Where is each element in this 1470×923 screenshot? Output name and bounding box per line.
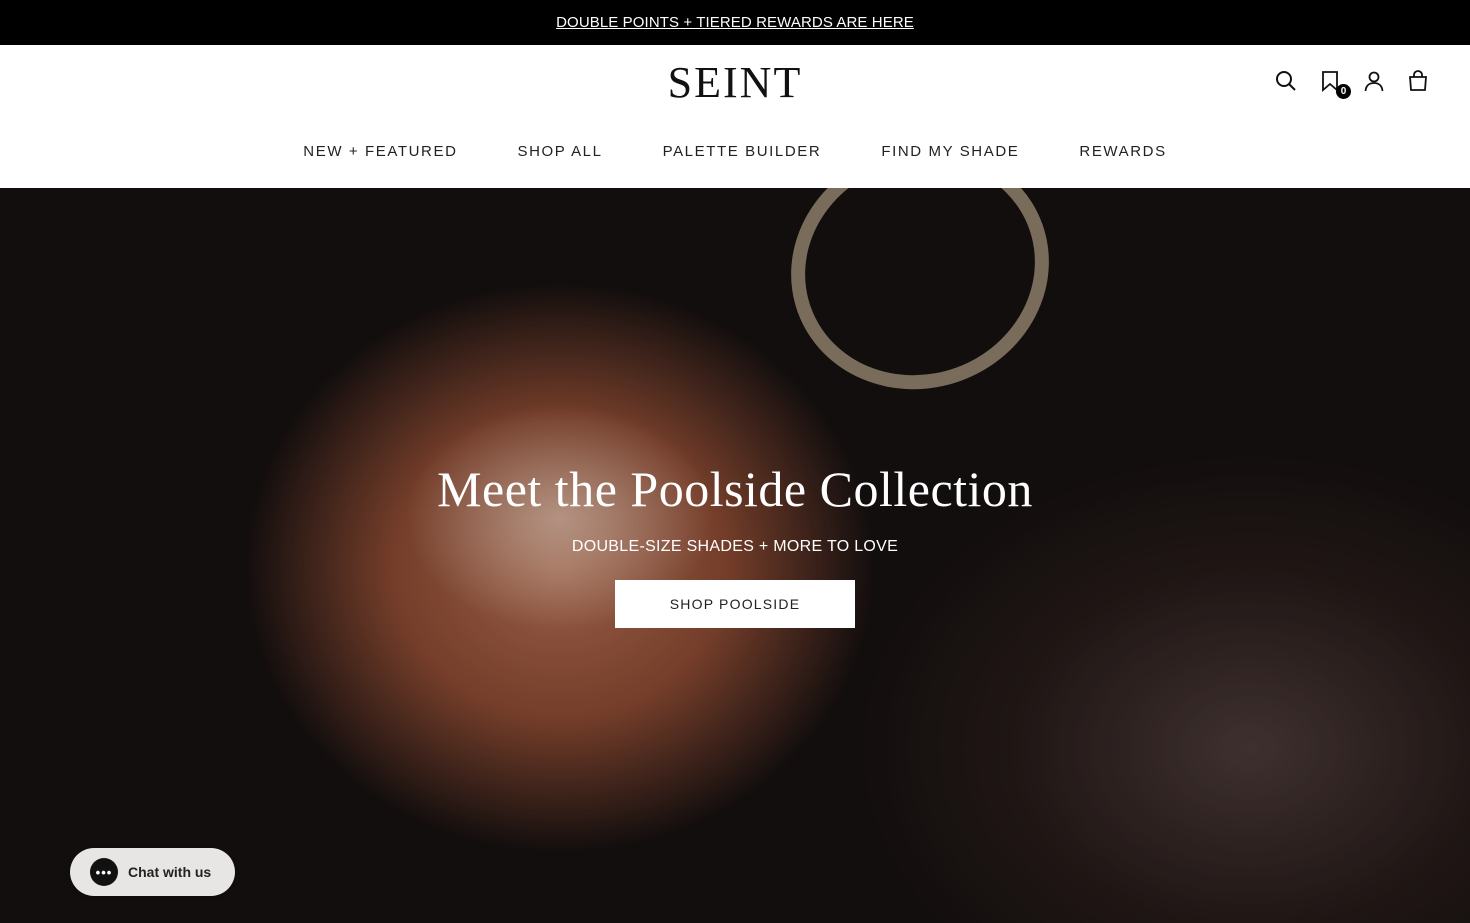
bag-icon[interactable] xyxy=(1406,69,1430,93)
hero-subtitle: DOUBLE-SIZE SHADES + MORE TO LOVE xyxy=(571,538,899,555)
search-icon[interactable] xyxy=(1274,69,1298,93)
announcement-link[interactable]: DOUBLE POINTS + TIERED REWARDS ARE HERE xyxy=(556,14,914,31)
main-nav: NEW + FEATURED SHOP ALL PALETTE BUILDER … xyxy=(0,143,1470,160)
nav-item-find-my-shade[interactable]: FIND MY SHADE xyxy=(881,143,1019,160)
chat-label: Chat with us xyxy=(128,864,212,880)
hero-banner: Meet the Poolside Collection DOUBLE-SIZE… xyxy=(0,188,1470,923)
site-header: SEINT 0 NEW + FEATURED SHOP ALL PALETTE xyxy=(0,45,1470,188)
announcement-bar: DOUBLE POINTS + TIERED REWARDS ARE HERE xyxy=(0,0,1470,45)
brand-logo[interactable]: SEINT xyxy=(0,57,1470,108)
nav-item-new-featured[interactable]: NEW + FEATURED xyxy=(303,143,457,160)
hero-title: Meet the Poolside Collection xyxy=(437,461,1033,517)
nav-item-rewards[interactable]: REWARDS xyxy=(1079,143,1166,160)
user-icon[interactable] xyxy=(1362,69,1386,93)
header-icons: 0 xyxy=(1274,69,1430,99)
chat-dots-icon: ••• xyxy=(90,858,118,886)
chat-widget-button[interactable]: ••• Chat with us xyxy=(70,848,235,896)
nav-item-palette-builder[interactable]: PALETTE BUILDER xyxy=(663,143,822,160)
shop-poolside-button[interactable]: SHOP POOLSIDE xyxy=(615,580,855,628)
hero-content: Meet the Poolside Collection DOUBLE-SIZE… xyxy=(0,460,1470,628)
nav-item-shop-all[interactable]: SHOP ALL xyxy=(518,143,603,160)
bookmark-icon[interactable]: 0 xyxy=(1318,69,1351,99)
wishlist-count-badge: 0 xyxy=(1336,84,1351,99)
